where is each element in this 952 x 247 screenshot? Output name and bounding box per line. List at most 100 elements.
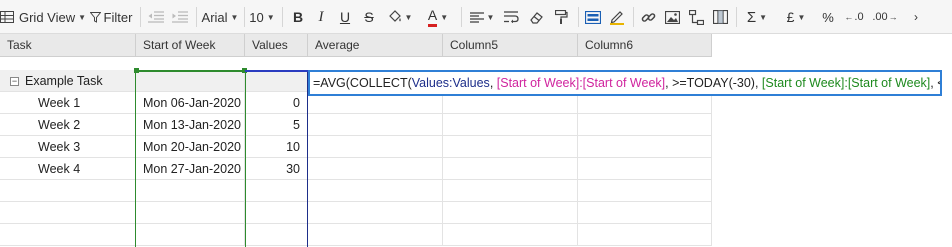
column6-cell[interactable] [578,202,712,224]
currency-button[interactable]: £ ▼ [785,6,807,28]
filter-button[interactable]: Filter [88,6,134,28]
start-of-week-cell[interactable] [136,180,245,202]
range-handle[interactable] [134,68,139,73]
column6-cell[interactable] [578,158,712,180]
start-of-week-cell[interactable]: Mon 27-Jan-2020 [136,158,245,180]
column5-cell[interactable] [443,158,578,180]
toolbar-divider [736,7,737,27]
toolbar-divider [196,7,197,27]
values-cell[interactable] [245,224,308,246]
values-cell[interactable] [245,70,308,92]
table-row-empty [0,202,712,224]
column5-cell[interactable] [443,202,578,224]
task-cell[interactable]: Week 1 [0,92,136,114]
indent-button[interactable] [170,6,190,28]
formula-separator: , [489,76,497,90]
column5-cell[interactable] [443,114,578,136]
column5-cell[interactable] [443,180,578,202]
task-cell[interactable]: Week 2 [0,114,136,136]
sum-icon: Σ [746,8,757,26]
wrap-text-button[interactable] [501,6,521,28]
formula-criterion: , >=TODAY(-30), [665,76,762,90]
column5-cell[interactable] [443,224,578,246]
average-cell[interactable] [308,136,443,158]
task-cell[interactable]: Week 3 [0,136,136,158]
column6-cell[interactable] [578,180,712,202]
insert-image-button[interactable] [662,6,682,28]
grid-view-dropdown[interactable]: Grid View ▼ [0,6,86,28]
font-family-dropdown[interactable]: Arial ▼ [201,6,239,28]
toolbar-divider [461,7,462,27]
eraser-icon [530,11,544,24]
percent-button[interactable]: % [820,6,836,28]
format-painter-button[interactable] [551,6,571,28]
pencil-icon [610,10,624,25]
column-header-start-of-week[interactable]: Start of Week [136,34,245,57]
link-icon [641,10,656,25]
outdent-button[interactable] [146,6,166,28]
task-cell[interactable] [0,180,136,202]
arrow-left-icon: ← [844,12,854,22]
column6-cell[interactable] [578,136,712,158]
hierarchy-button[interactable] [686,6,706,28]
task-cell[interactable]: Week 4 [0,158,136,180]
clear-format-button[interactable] [527,6,547,28]
chevron-right-icon: › [914,10,918,24]
column6-cell[interactable] [578,114,712,136]
highlight-button[interactable] [607,6,627,28]
start-of-week-cell[interactable]: Mon 13-Jan-2020 [136,114,245,136]
column-header-values[interactable]: Values [245,34,308,57]
more-options-button[interactable]: › [906,6,926,28]
task-cell[interactable] [0,202,136,224]
start-of-week-cell[interactable]: Mon 20-Jan-2020 [136,136,245,158]
values-cell[interactable] [245,202,308,224]
column5-cell[interactable] [443,136,578,158]
values-range-top [245,70,308,72]
values-cell[interactable]: 30 [245,158,308,180]
start-of-week-cell[interactable] [136,70,245,92]
column-header-average[interactable]: Average [308,34,443,57]
font-size-dropdown[interactable]: 10 ▼ [248,6,276,28]
align-button[interactable]: ▼ [468,6,496,28]
values-cell[interactable]: 0 [245,92,308,114]
average-cell[interactable] [308,114,443,136]
start-of-week-cell[interactable] [136,224,245,246]
column-header-column6[interactable]: Column6 [578,34,712,57]
column-header-column5[interactable]: Column5 [443,34,578,57]
chevron-down-icon: ▼ [797,12,806,22]
card-view-button[interactable] [582,6,604,28]
average-cell[interactable] [308,158,443,180]
text-color-button[interactable]: A ▼ [423,6,453,28]
link-button[interactable] [638,6,658,28]
filter-label: Filter [103,9,133,25]
grid-view-icon [0,11,14,23]
average-cell[interactable] [308,202,443,224]
start-of-week-range-top [136,70,245,72]
align-left-icon [469,11,484,23]
bold-button[interactable]: B [289,6,307,28]
collapse-icon[interactable]: − [10,77,19,87]
task-cell[interactable]: − Example Task [0,70,136,92]
start-of-week-cell[interactable] [136,202,245,224]
decrease-decimal-button[interactable]: ← .0 [843,6,865,28]
values-cell[interactable]: 10 [245,136,308,158]
formula-start-of-week-reference: [Start of Week]:[Start of Week] [761,76,931,90]
formula-editor[interactable]: =AVG(COLLECT(Values:Values, [Start of We… [308,70,942,96]
hide-column-button[interactable] [710,6,730,28]
values-cell[interactable] [245,180,308,202]
start-of-week-cell[interactable]: Mon 06-Jan-2020 [136,92,245,114]
underline-button[interactable]: U [337,6,353,28]
fill-color-button[interactable]: ▼ [385,6,415,28]
indent-icon [172,11,188,23]
sum-button[interactable]: Σ ▼ [746,6,768,28]
toolbar-divider [282,7,283,27]
column-header-task[interactable]: Task [0,34,136,57]
increase-decimal-button[interactable]: .00 → [869,6,901,28]
italic-button[interactable]: I [313,6,329,28]
average-cell[interactable] [308,180,443,202]
strikethrough-button[interactable]: S [361,6,377,28]
values-cell[interactable]: 5 [245,114,308,136]
average-cell[interactable] [308,224,443,246]
task-cell[interactable] [0,224,136,246]
column6-cell[interactable] [578,224,712,246]
